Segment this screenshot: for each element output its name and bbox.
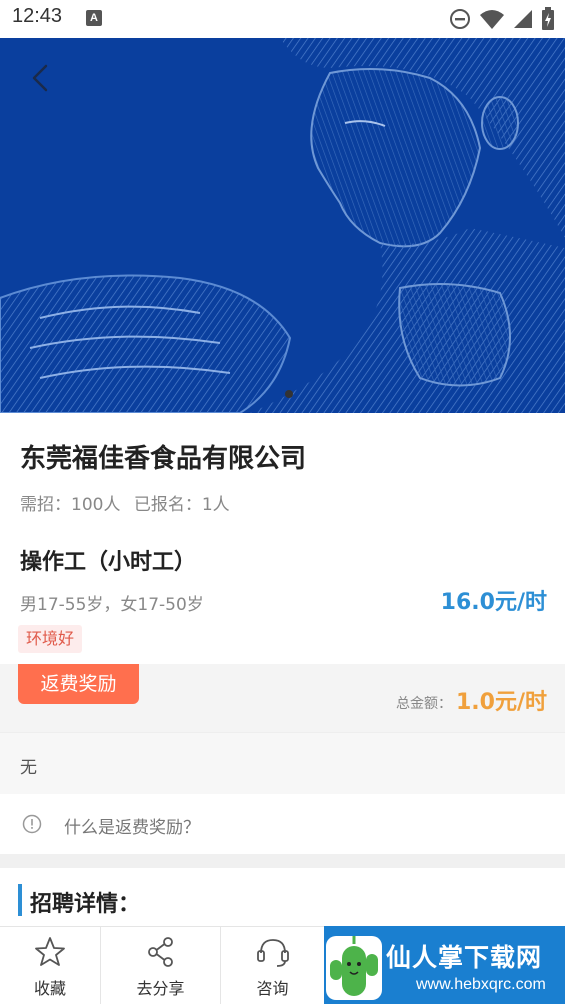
reward-detail-text: 无 bbox=[20, 758, 37, 778]
share-label: 去分享 bbox=[136, 979, 185, 998]
reward-badge: 返费奖励 bbox=[18, 664, 139, 704]
faq-text: 什么是返费奖励？ bbox=[64, 818, 200, 838]
status-icons bbox=[449, 6, 555, 32]
share-icon bbox=[147, 937, 173, 967]
needed-count: 需招：100人 bbox=[20, 495, 121, 515]
battery-icon bbox=[542, 7, 554, 30]
do-not-disturb-icon bbox=[450, 9, 470, 29]
share-button[interactable]: 去分享 bbox=[101, 927, 221, 1004]
job-title: 操作工（小时工） bbox=[20, 550, 197, 575]
watermark-url: www.hebxqrc.com bbox=[416, 976, 546, 993]
carousel-indicator[interactable] bbox=[285, 390, 293, 398]
total-amount-value: 1.0元/时 bbox=[455, 690, 547, 715]
watermark-title: 仙人掌下载网 bbox=[386, 943, 543, 972]
cactus-logo-icon bbox=[326, 936, 382, 1000]
reward-section: 返费奖励 总金额： 1.0元/时 bbox=[0, 664, 565, 732]
recruitment-stats: 需招：100人 已报名：1人 bbox=[20, 490, 238, 515]
section-divider bbox=[0, 854, 565, 868]
company-name: 东莞福佳香食品有限公司 bbox=[20, 444, 307, 474]
headset-icon bbox=[256, 939, 289, 967]
favorite-button[interactable]: 收藏 bbox=[0, 927, 101, 1004]
hourly-wage: 16.0元/时 bbox=[440, 590, 547, 615]
status-time: 12:43 bbox=[12, 5, 63, 27]
favorite-label: 收藏 bbox=[33, 979, 66, 998]
recruitment-details-title: 招聘详情： bbox=[30, 892, 141, 917]
benefit-tag: 环境好 bbox=[18, 625, 83, 653]
site-watermark: 仙人掌下载网 www.hebxqrc.com bbox=[324, 926, 565, 1004]
reward-faq-link[interactable]: 什么是返费奖励？ bbox=[0, 794, 565, 854]
wifi-icon bbox=[480, 10, 504, 29]
status-bar: 12:43 A bbox=[0, 0, 565, 38]
age-requirement: 男17-55岁，女17-50岁 bbox=[20, 595, 204, 615]
back-button[interactable] bbox=[22, 58, 62, 98]
notification-icon: A bbox=[86, 10, 102, 26]
consult-button[interactable]: 咨询 bbox=[221, 927, 324, 1004]
signal-icon bbox=[514, 10, 532, 28]
banner-carousel[interactable] bbox=[0, 38, 565, 413]
info-icon bbox=[22, 814, 42, 834]
section-accent-bar bbox=[18, 884, 22, 916]
registered-count: 已报名：1人 bbox=[133, 495, 230, 515]
consult-label: 咨询 bbox=[256, 979, 289, 998]
engraved-portrait-image bbox=[0, 38, 565, 413]
reward-detail: 无 bbox=[0, 732, 565, 794]
star-icon bbox=[35, 937, 65, 966]
total-amount-label: 总金额： bbox=[396, 696, 452, 712]
chevron-left-icon bbox=[32, 64, 48, 92]
